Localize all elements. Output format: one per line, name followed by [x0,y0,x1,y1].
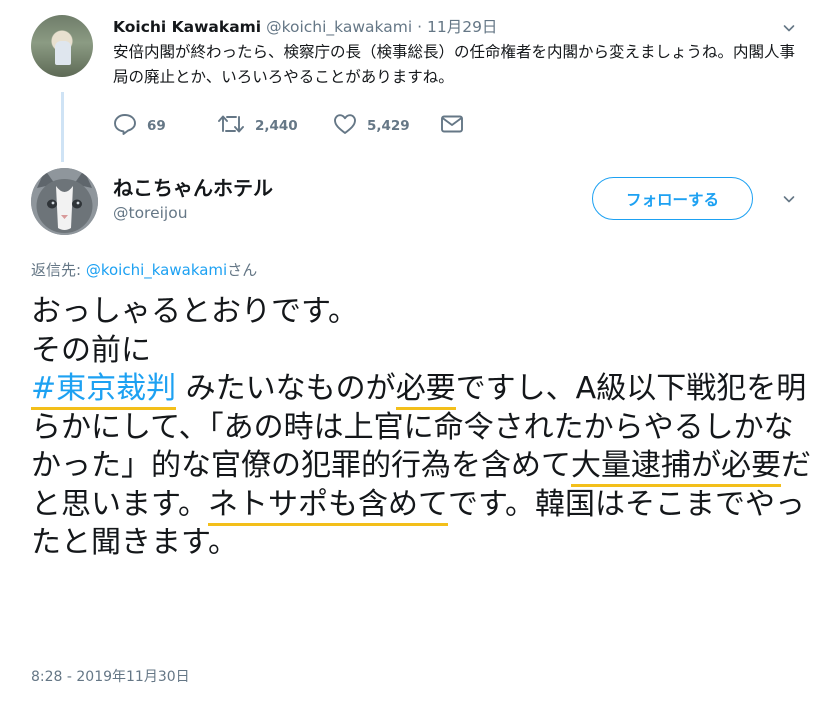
tweet1-header: Koichi Kawakami @koichi_kawakami · 11月29… [113,15,497,37]
tweet2-text: おっしゃるとおりです。 その前に #東京裁判 みたいなものが必要ですし、A級以下… [31,293,811,563]
avatar-koichi[interactable] [31,15,93,77]
tweet1-separator: · [417,18,423,36]
tweet2-segment-a: みたいなものが [176,371,396,406]
tweet2-line-1: おっしゃるとおりです。 [31,294,358,329]
avatar-cat[interactable] [31,168,98,235]
tweet2-timestamp[interactable]: 8:28 - 2019年11月30日 [31,666,190,686]
tweet2-paragraph: #東京裁判 みたいなものが必要ですし、A級以下戦犯を明らかにして、「あの時は上官… [31,370,811,563]
like-count: 5,429 [367,118,410,134]
chevron-down-icon[interactable] [783,22,795,34]
tweet2-highlight-a: 必要 [395,371,456,410]
retweet-icon [217,113,245,139]
reply-prefix: 返信先: [31,261,86,279]
reply-mention-link[interactable]: @koichi_kawakami [86,261,227,279]
tweet2-author-name[interactable]: ねこちゃんホテル [113,172,273,201]
tweet1-author-handle[interactable]: @koichi_kawakami [266,18,412,36]
hashtag-link[interactable]: #東京裁判 [31,371,177,410]
tweet2-highlight-c: ネトサポも含めて [208,486,448,526]
retweet-count: 2,440 [255,118,298,134]
tweet1-author-name[interactable]: Koichi Kawakami [113,18,261,36]
envelope-icon [440,114,464,138]
tweet2-line-2: その前に [31,332,151,368]
dm-button[interactable] [440,114,464,138]
tweet1-date[interactable]: 11月29日 [427,18,497,36]
reply-icon [113,113,137,139]
reply-context: 返信先: @koichi_kawakamiさん [31,259,257,280]
like-button[interactable]: 5,429 [333,113,440,139]
follow-button[interactable]: フォローする [592,177,753,220]
retweet-button[interactable]: 2,440 [217,113,333,139]
heart-icon [333,113,357,139]
reply-button[interactable]: 69 [113,113,217,139]
tweet2-author-handle[interactable]: @toreijou [113,204,188,222]
chevron-down-icon[interactable] [783,193,795,205]
reply-count: 69 [147,118,166,134]
tweet1-actions: 69 2,440 5,429 [113,113,464,139]
thread-connector-line [61,92,64,162]
tweet2-highlight-b: 大量逮捕が必要 [571,448,781,487]
reply-suffix: さん [227,261,258,279]
tweet1-text: 安倍内閣が終わったら、検察庁の長（検事総長）の任命権者を内閣から変えましょうね。… [113,43,796,86]
